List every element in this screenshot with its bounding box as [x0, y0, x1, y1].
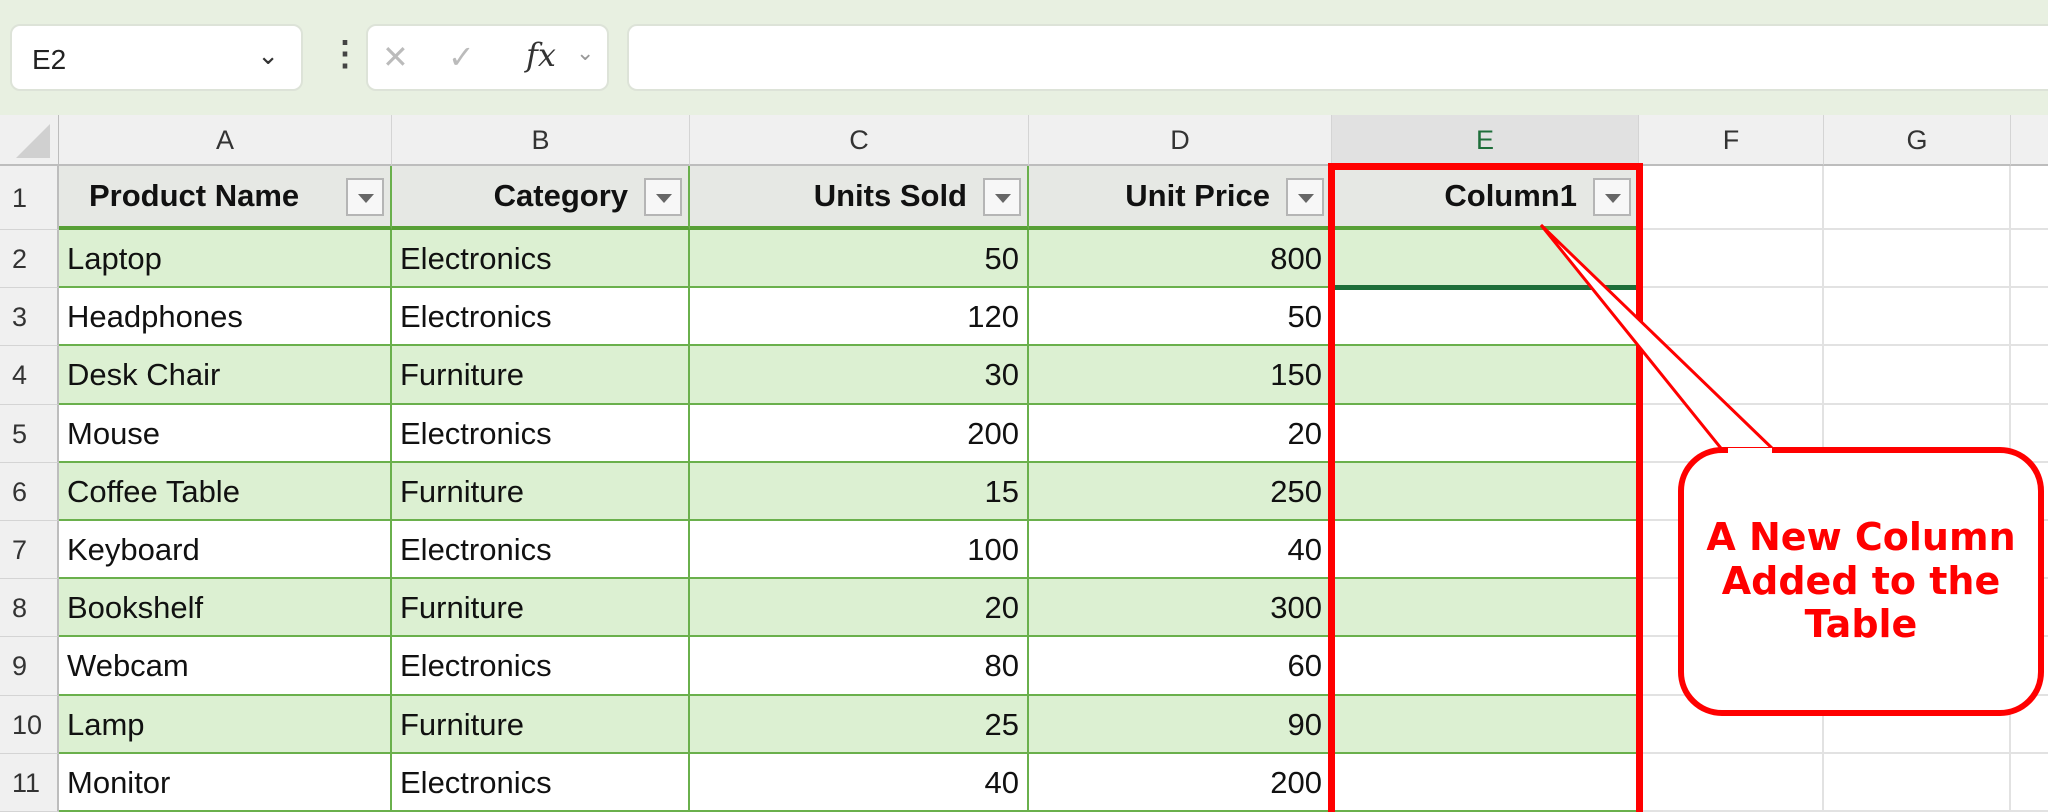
annotation-callout: A New Column Added to the Table [1678, 447, 2044, 716]
